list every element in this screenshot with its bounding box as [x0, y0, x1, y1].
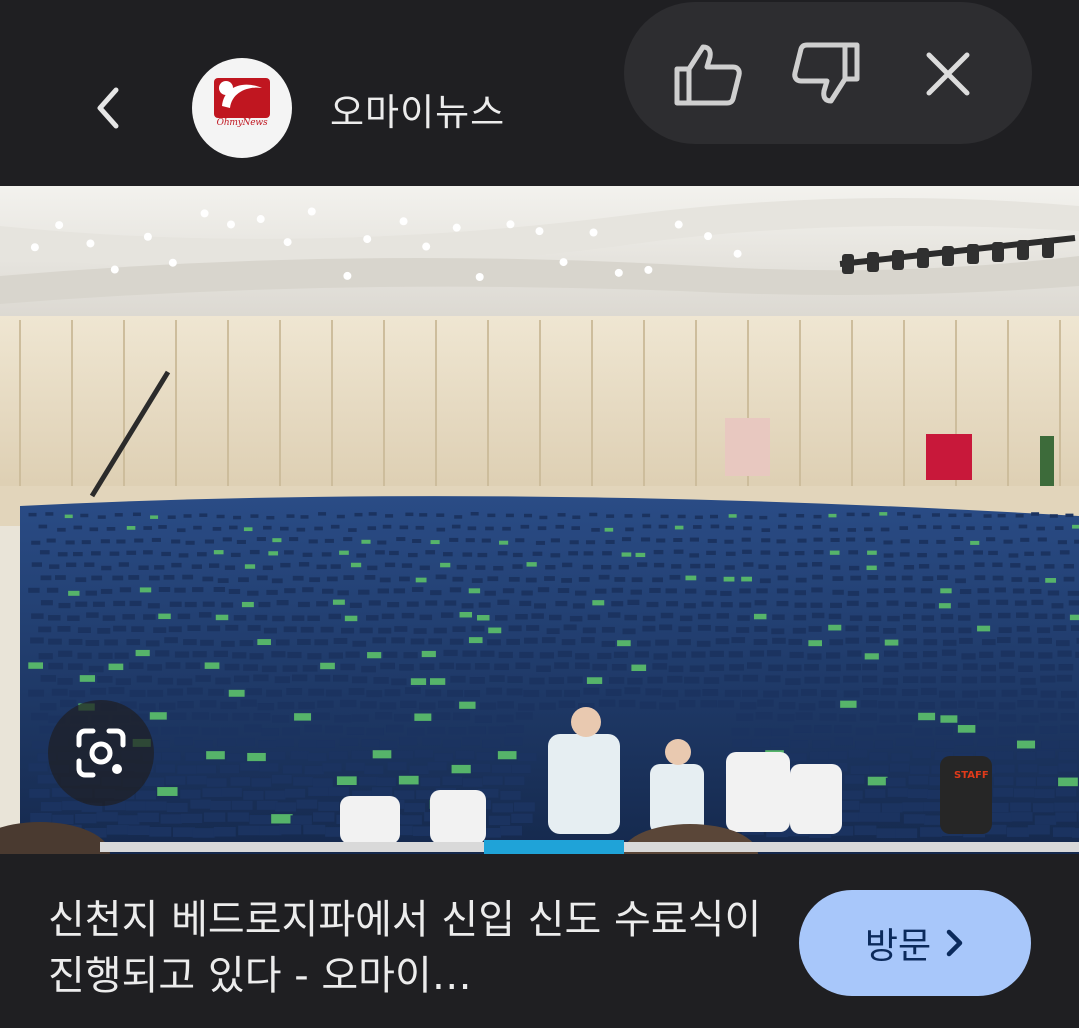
source-name[interactable]: 오마이뉴스 [330, 82, 505, 136]
article-caption[interactable]: 신천지 베드로지파에서 신입 신도 수료식이 진행되고 있다 - 오마이… [48, 892, 768, 1004]
top-bar: OhmyNews 오마이뉴스 [0, 0, 1079, 186]
logo-wordmark: OhmyNews [216, 118, 268, 128]
feedback-actions [624, 2, 1032, 144]
chevron-right-icon [946, 929, 963, 957]
dislike-button[interactable] [786, 34, 866, 114]
article-image[interactable]: STAFF [0, 186, 1079, 854]
like-button[interactable] [668, 34, 748, 114]
visit-button[interactable]: 방문 [799, 890, 1031, 996]
close-button[interactable] [908, 34, 988, 114]
thumbs-down-icon [792, 42, 860, 104]
back-button[interactable] [72, 72, 144, 144]
google-lens-icon [76, 728, 126, 778]
lens-search-button[interactable] [48, 700, 154, 806]
source-logo: OhmyNews [192, 58, 292, 158]
close-icon [926, 52, 970, 96]
staff-badge: STAFF [954, 770, 989, 781]
chevron-left-icon [97, 87, 119, 129]
thumbs-up-icon [674, 44, 742, 106]
graduation-hall-photo: STAFF [0, 186, 1079, 854]
visit-button-label: 방문 [864, 926, 932, 967]
